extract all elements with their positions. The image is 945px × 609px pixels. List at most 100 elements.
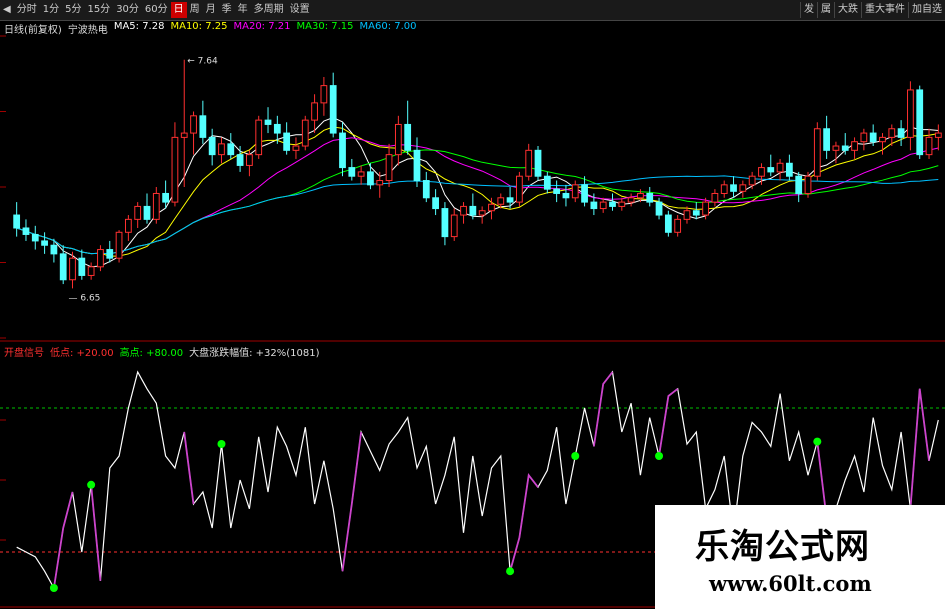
candle-body (41, 240, 48, 246)
candle-body (795, 175, 803, 194)
oscillator-rise-segment (90, 484, 102, 581)
candle-body (776, 162, 784, 173)
candle-body (404, 123, 412, 151)
candle-body (879, 136, 886, 143)
candle-body (97, 249, 104, 268)
candle-body (683, 210, 691, 220)
oscillator-rise-segment (909, 388, 930, 509)
candle-body (553, 188, 561, 194)
buy-signal-dot (49, 584, 58, 592)
candle-body (329, 85, 337, 134)
candle-body (534, 149, 542, 177)
oscillator-rise-segment (341, 431, 362, 572)
candle-body (823, 128, 831, 151)
candle-body (87, 266, 95, 276)
candle-body (581, 184, 588, 203)
candle-body (525, 149, 533, 177)
watermark-title: 乐淘公式网 (695, 527, 870, 567)
candle-body (897, 128, 905, 138)
candle-body (711, 192, 719, 203)
candle-body (357, 171, 365, 177)
candle-body (739, 184, 747, 192)
candle-body (851, 141, 858, 151)
candle-body (869, 132, 877, 143)
candle-body (283, 132, 291, 151)
candle-body (152, 192, 160, 220)
candle-body (506, 197, 514, 203)
candle-body (450, 214, 458, 238)
candle-body (767, 167, 775, 173)
candle-body (720, 184, 728, 194)
candle-body (339, 132, 346, 169)
candle-body (432, 197, 439, 210)
candle-body (571, 184, 579, 199)
candle-body (478, 210, 486, 216)
oscillator-rise-segment (658, 388, 679, 457)
candle-body (190, 115, 197, 134)
candle-body (627, 197, 635, 203)
candle-body (78, 257, 86, 276)
candle-body (413, 149, 421, 182)
candle-body (785, 162, 793, 177)
candle-body (934, 132, 942, 138)
candle-body (907, 89, 914, 138)
oscillator-rise-segment (53, 491, 74, 589)
candle-body (264, 119, 272, 125)
candle-body (692, 210, 700, 216)
candle-body (599, 201, 607, 210)
candle-body (13, 214, 21, 229)
candle-body (367, 171, 374, 186)
candle-body (320, 85, 328, 104)
candle-body (311, 102, 318, 121)
candle-body (199, 115, 207, 138)
candle-body (916, 89, 924, 156)
candle-body (273, 123, 281, 134)
candle-body (180, 132, 188, 138)
high-price-label: ← 7.64 (187, 57, 218, 67)
oscillator-rise-segment (593, 371, 614, 447)
candle-body (422, 180, 430, 199)
oscillator-rise-segment (509, 472, 539, 572)
candle-body (590, 201, 598, 210)
buy-signal-dot (655, 452, 664, 460)
candle-body (618, 201, 626, 207)
candle-body (832, 145, 840, 151)
candle-body (59, 253, 67, 281)
candle-body (813, 128, 821, 177)
candle-body (301, 119, 309, 147)
candle-body (106, 249, 114, 259)
candle-body (841, 145, 849, 151)
candle-body (460, 205, 467, 216)
candle-body (655, 201, 663, 216)
buy-signal-dot (506, 567, 515, 576)
candle-body (227, 143, 235, 156)
candle-body (730, 184, 737, 192)
buy-signal-dot (813, 437, 822, 446)
buy-signal-dot (571, 452, 580, 460)
candle-body (348, 167, 356, 177)
candle-body (637, 192, 644, 199)
low-price-label: — 6.65 (69, 293, 101, 303)
watermark-url: www.60lt.com (709, 571, 872, 596)
candle-body (69, 257, 76, 281)
candle-body (255, 119, 263, 156)
candle-body (162, 192, 170, 203)
oscillator-rise-segment (183, 431, 195, 505)
candle-body (497, 197, 505, 205)
candle-body (236, 154, 244, 166)
candle-body (441, 208, 449, 238)
buy-signal-dot (217, 440, 226, 448)
candle-body (488, 203, 495, 212)
candle-body (31, 233, 39, 242)
candle-body (925, 136, 933, 156)
candle-body (208, 136, 216, 156)
candle-body (562, 192, 570, 199)
buy-signal-dot (87, 480, 96, 489)
candle-body (664, 214, 672, 233)
candle-body (171, 136, 179, 203)
candle-body (702, 201, 709, 216)
candle-body (646, 192, 654, 203)
candle-body (50, 244, 58, 255)
candle-body (394, 123, 402, 156)
candle-body (888, 128, 896, 138)
